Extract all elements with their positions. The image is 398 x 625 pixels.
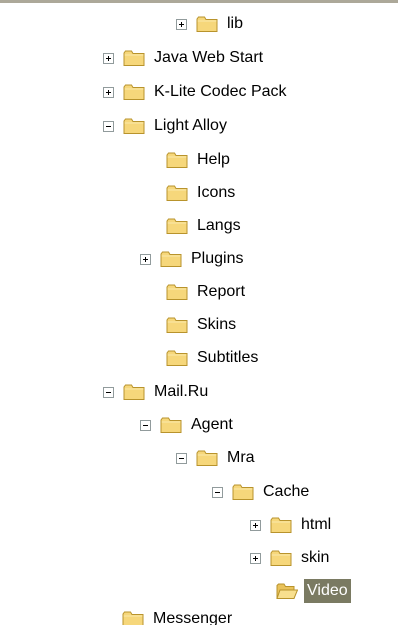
- tree-item-label[interactable]: Plugins: [188, 247, 246, 271]
- folder-icon: [196, 16, 218, 32]
- tree-item-label[interactable]: Cache: [260, 480, 312, 504]
- collapse-minus-icon[interactable]: [103, 120, 114, 132]
- tree-item-agent[interactable]: Agent: [140, 409, 236, 441]
- folder-icon: [166, 350, 188, 366]
- tree-item-lib[interactable]: lib: [176, 8, 246, 40]
- tree-item-report[interactable]: Report: [166, 276, 248, 308]
- folder-icon: [270, 550, 292, 566]
- tree-item-langs[interactable]: Langs: [166, 210, 244, 242]
- folder-icon: [166, 152, 188, 168]
- folder-icon: [123, 118, 145, 134]
- folder-icon: [166, 284, 188, 300]
- tree-item-skins[interactable]: Skins: [166, 309, 239, 341]
- folder-icon: [196, 450, 218, 466]
- tree-item-label[interactable]: Mra: [224, 446, 258, 470]
- folder-icon: [270, 517, 292, 533]
- tree-item-label[interactable]: Icons: [194, 181, 238, 205]
- tree-item-label[interactable]: skin: [298, 546, 332, 570]
- folder-tree[interactable]: lib Java Web Start K-Lite Codec Pack Lig…: [0, 0, 398, 625]
- tree-item-label[interactable]: lib: [224, 12, 246, 36]
- expand-plus-icon[interactable]: [103, 52, 114, 64]
- expand-plus-icon[interactable]: [103, 86, 114, 98]
- tree-item-subtitles[interactable]: Subtitles: [166, 342, 261, 374]
- tree-item-mail-ru[interactable]: Mail.Ru: [103, 376, 211, 408]
- tree-item-mra[interactable]: Mra: [176, 442, 258, 474]
- tree-item-label[interactable]: Langs: [194, 214, 244, 238]
- collapse-minus-icon[interactable]: [140, 419, 151, 431]
- tree-item-label[interactable]: Mail.Ru: [151, 380, 211, 404]
- tree-item-plugins[interactable]: Plugins: [140, 243, 246, 275]
- tree-item-html[interactable]: html: [250, 509, 334, 541]
- folder-icon: [232, 484, 254, 500]
- collapse-minus-icon[interactable]: [212, 486, 223, 498]
- tree-item-label[interactable]: Subtitles: [194, 346, 261, 370]
- tree-item-cache[interactable]: Cache: [212, 476, 312, 508]
- folder-icon: [123, 84, 145, 100]
- tree-item-java-web-start[interactable]: Java Web Start: [103, 42, 266, 74]
- tree-item-k-lite-codec-pack[interactable]: K-Lite Codec Pack: [103, 76, 290, 108]
- tree-item-label[interactable]: Skins: [194, 313, 239, 337]
- folder-icon: [122, 611, 144, 625]
- tree-item-video[interactable]: Video: [276, 575, 351, 607]
- tree-item-label-selected[interactable]: Video: [304, 579, 351, 603]
- folder-icon: [166, 317, 188, 333]
- open-folder-icon: [276, 583, 298, 599]
- folder-icon: [123, 50, 145, 66]
- collapse-minus-icon[interactable]: [176, 452, 187, 464]
- folder-icon: [160, 417, 182, 433]
- tree-item-label[interactable]: Agent: [188, 413, 236, 437]
- folder-icon: [166, 185, 188, 201]
- tree-item-label[interactable]: Help: [194, 148, 233, 172]
- folder-icon: [166, 218, 188, 234]
- tree-item-label[interactable]: K-Lite Codec Pack: [151, 80, 290, 104]
- tree-item-icons[interactable]: Icons: [166, 177, 238, 209]
- tree-item-label[interactable]: Light Alloy: [151, 114, 230, 138]
- expand-plus-icon[interactable]: [176, 18, 187, 30]
- tree-item-label[interactable]: html: [298, 513, 334, 537]
- expand-plus-icon[interactable]: [250, 552, 261, 564]
- tree-item-help[interactable]: Help: [166, 144, 233, 176]
- tree-item-light-alloy[interactable]: Light Alloy: [103, 110, 230, 142]
- folder-icon: [123, 384, 145, 400]
- tree-item-label[interactable]: Report: [194, 280, 248, 304]
- expand-plus-icon[interactable]: [140, 253, 151, 265]
- tree-item-messenger[interactable]: Messenger: [122, 603, 235, 625]
- tree-item-label[interactable]: Messenger: [150, 607, 235, 625]
- expand-plus-icon[interactable]: [250, 519, 261, 531]
- tree-item-skin[interactable]: skin: [250, 542, 332, 574]
- tree-item-label[interactable]: Java Web Start: [151, 46, 266, 70]
- folder-icon: [160, 251, 182, 267]
- collapse-minus-icon[interactable]: [103, 386, 114, 398]
